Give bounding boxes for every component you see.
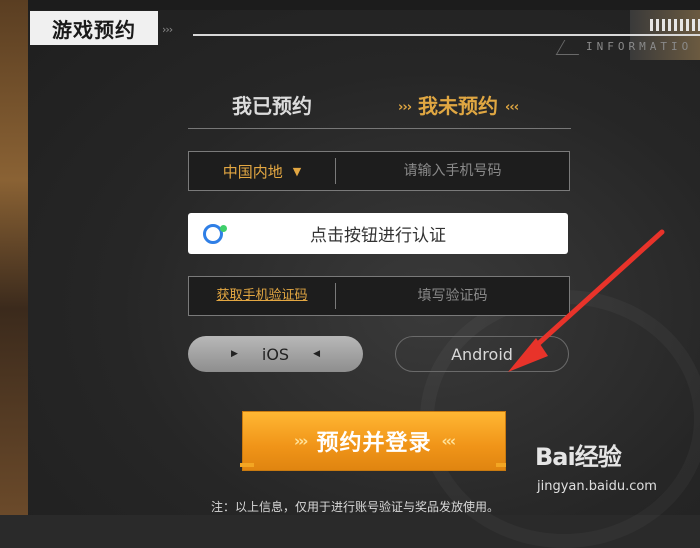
code-input[interactable] bbox=[336, 287, 569, 305]
submit-chevrons-left-icon: ››› bbox=[293, 432, 308, 450]
captcha-dot-icon bbox=[220, 225, 227, 232]
tab-unreserved-label: 我未预约 bbox=[418, 94, 499, 118]
baidu-watermark: Bai经验 jingyan.baidu.com bbox=[535, 437, 700, 497]
chevron-down-icon: ▼ bbox=[292, 164, 302, 178]
region-value: 中国内地 bbox=[222, 162, 283, 181]
title-arrows-decoration: ››› bbox=[162, 23, 173, 36]
ios-label: iOS bbox=[261, 344, 290, 364]
reserve-login-button[interactable]: ››› 预约并登录 ‹‹‹ bbox=[243, 412, 505, 470]
submit-corner-decoration bbox=[240, 463, 254, 467]
submit-chevrons-right-icon: ‹‹‹ bbox=[441, 432, 456, 450]
tab-reserved-label: 我已预约 bbox=[232, 94, 312, 118]
tab-divider bbox=[188, 128, 571, 129]
header-divider bbox=[193, 34, 700, 36]
triangle-right-icon: ▶ bbox=[230, 349, 238, 359]
phone-input[interactable] bbox=[336, 162, 569, 180]
info-label: INFORMATIO bbox=[586, 40, 693, 53]
region-select[interactable]: 中国内地 ▼ bbox=[189, 158, 336, 184]
verify-button-label: 点击按钮进行认证 bbox=[310, 226, 446, 246]
tab-unreserved[interactable]: ››› 我未预约 ‹‹‹ bbox=[398, 90, 519, 119]
reserve-login-label: 预约并登录 bbox=[316, 431, 432, 456]
android-label: Android bbox=[451, 344, 513, 364]
verify-button[interactable]: 点击按钮进行认证 bbox=[188, 213, 568, 254]
android-button[interactable]: Android bbox=[395, 336, 569, 372]
submit-corner-decoration bbox=[496, 463, 506, 467]
page-title: 游戏预约 bbox=[52, 17, 136, 42]
tab-chevrons-left-icon: ››› bbox=[398, 100, 412, 115]
watermark-site: jingyan.baidu.com bbox=[537, 479, 657, 494]
code-row: 获取手机验证码 bbox=[188, 276, 570, 316]
ios-button[interactable]: ▶ iOS ◀ bbox=[188, 336, 363, 372]
header-band bbox=[28, 0, 700, 10]
page-title-box: 游戏预约 bbox=[30, 11, 158, 45]
privacy-note: 注：以上信息，仅用于进行账号验证与奖品发放使用。 bbox=[211, 500, 500, 514]
baidu-logo: Bai经验 bbox=[535, 443, 622, 471]
tab-reserved[interactable]: 我已预约 bbox=[232, 90, 312, 119]
phone-row: 中国内地 ▼ bbox=[188, 151, 570, 191]
tab-chevrons-right-icon: ‹‹‹ bbox=[505, 100, 519, 115]
header-stripes-decoration bbox=[650, 19, 700, 31]
triangle-left-icon: ◀ bbox=[313, 349, 321, 359]
get-code-link[interactable]: 获取手机验证码 bbox=[189, 283, 336, 309]
